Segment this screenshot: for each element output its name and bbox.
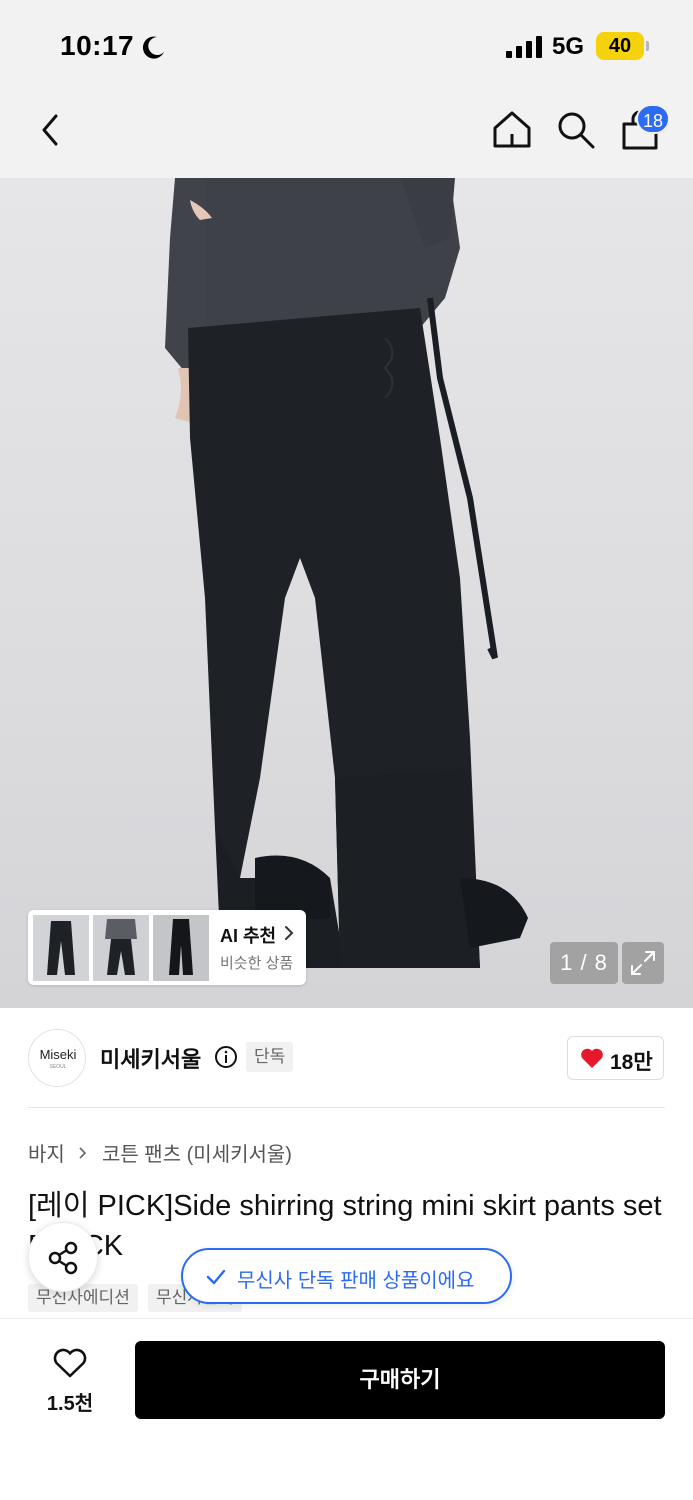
back-icon[interactable]: [30, 108, 74, 152]
exclusive-toast: 무신사 단독 판매 상품이에요: [181, 1248, 512, 1304]
expand-button[interactable]: [622, 942, 664, 984]
brand-name[interactable]: 미세키서울: [100, 1042, 201, 1074]
product-image-gallery[interactable]: AI 추천 비슷한 상품 1 / 8: [0, 178, 693, 1008]
ai-thumb-1[interactable]: [33, 915, 89, 981]
expand-icon: [631, 951, 655, 975]
chevron-right-icon: [285, 926, 294, 940]
bottom-action-bar: 1.5천 구매하기: [0, 1318, 693, 1500]
brand-logo[interactable]: Miseki SEOUL: [28, 1029, 86, 1087]
brand-like-button[interactable]: 18만: [567, 1036, 664, 1080]
status-bar: 10:17 5G 40: [0, 0, 693, 92]
ai-thumb-3[interactable]: [153, 915, 209, 981]
product-photo: [165, 178, 528, 968]
brand-like-count: 18만: [610, 1051, 653, 1074]
moon-icon: [142, 36, 164, 59]
signal-icon: [506, 36, 542, 58]
info-icon[interactable]: [214, 1045, 238, 1069]
search-icon[interactable]: [554, 108, 598, 152]
home-icon[interactable]: [490, 108, 534, 152]
toast-text: 무신사 단독 판매 상품이에요: [237, 1270, 475, 1292]
share-button[interactable]: [28, 1222, 98, 1292]
battery-cap: [646, 41, 649, 51]
image-counter: 1 / 8: [550, 942, 618, 984]
brand-logo-subtext: SEOUL: [49, 1064, 67, 1070]
ai-recommend-card[interactable]: AI 추천 비슷한 상품: [28, 910, 306, 985]
wishlist-button[interactable]: 1.5천: [30, 1343, 110, 1423]
brand-row[interactable]: Miseki SEOUL 미세키서울 단독 18만: [0, 1008, 693, 1108]
thumb-pants-image: [33, 915, 89, 981]
thumb-skirt-pants-image: [93, 915, 149, 981]
heart-outline-icon: [53, 1348, 87, 1378]
cart-count-badge: 18: [636, 104, 670, 134]
ai-thumb-2[interactable]: [93, 915, 149, 981]
top-nav: [0, 92, 693, 178]
heart-filled-icon: [581, 1048, 603, 1068]
breadcrumb-category[interactable]: 바지: [28, 1144, 65, 1166]
breadcrumb-subcategory[interactable]: 코튼 팬츠 (미세키서울): [102, 1144, 292, 1166]
wishlist-count: 1.5천: [46, 1393, 94, 1415]
status-time: 10:17: [60, 30, 135, 61]
brand-logo-text: Miseki: [39, 1047, 77, 1062]
network-label: 5G: [552, 33, 585, 60]
exclusive-tag: 단독: [246, 1042, 294, 1072]
divider: [28, 1107, 665, 1108]
ai-recommend-title: AI 추천: [220, 926, 277, 946]
buy-button[interactable]: 구매하기: [135, 1341, 665, 1419]
chevron-right-icon: [79, 1146, 87, 1159]
ai-recommend-subtitle: 비슷한 상품: [220, 955, 294, 972]
share-icon: [48, 1241, 78, 1275]
check-icon: [206, 1269, 226, 1285]
battery-indicator: 40: [596, 32, 644, 60]
breadcrumb: 바지 코튼 팬츠 (미세키서울): [28, 1138, 292, 1167]
thumb-black-pants-image: [153, 915, 209, 981]
